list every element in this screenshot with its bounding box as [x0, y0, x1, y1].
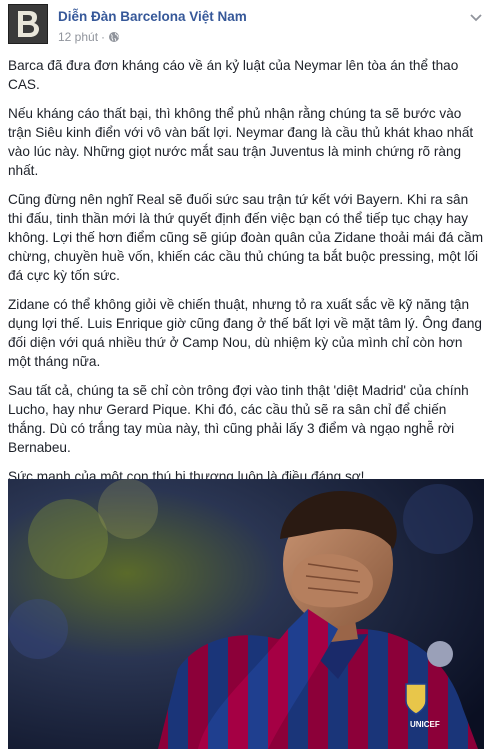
post-header: Diễn Đàn Barcelona Việt Nam 12 phút ·: [8, 4, 486, 50]
meta-separator: ·: [101, 30, 106, 44]
post-paragraph: Zidane có thể không giỏi về chiến thuật,…: [8, 297, 482, 369]
page-logo-icon: [18, 11, 39, 37]
photo-neymar-crying: UNICEF: [8, 479, 484, 749]
post-paragraph: Cũng đừng nên nghĩ Real sẽ đuối sức sau …: [8, 192, 484, 283]
globe-icon[interactable]: [108, 31, 120, 43]
post-timestamp[interactable]: 12 phút: [58, 30, 98, 44]
chevron-down-icon: [470, 14, 482, 22]
facebook-post: Diễn Đàn Barcelona Việt Nam 12 phút · Ba…: [0, 0, 493, 756]
page-avatar[interactable]: [8, 4, 48, 44]
post-paragraph: Barca đã đưa đơn kháng cáo về án kỷ luật…: [8, 58, 459, 92]
post-paragraph: Nếu kháng cáo thất bại, thì không thể ph…: [8, 106, 474, 178]
photo-sponsor-text: UNICEF: [410, 720, 440, 729]
post-body: Barca đã đưa đơn kháng cáo về án kỷ luật…: [8, 56, 484, 486]
post-menu-button[interactable]: [468, 12, 484, 24]
page-name-link[interactable]: Diễn Đàn Barcelona Việt Nam: [58, 9, 247, 24]
post-photo[interactable]: UNICEF: [8, 479, 484, 749]
post-paragraph: Sau tất cả, chúng ta sẽ chỉ còn trông đợ…: [8, 383, 469, 455]
post-meta: 12 phút ·: [58, 30, 120, 44]
